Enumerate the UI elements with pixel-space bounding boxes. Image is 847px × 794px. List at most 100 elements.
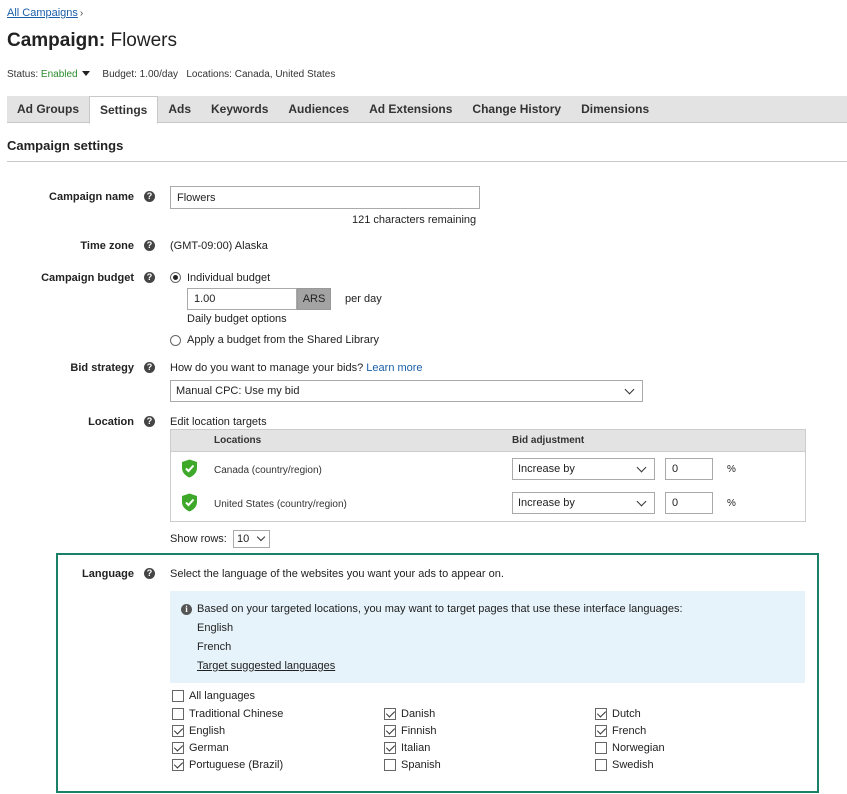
language-checkbox[interactable] bbox=[384, 708, 396, 720]
language-checkbox[interactable] bbox=[172, 742, 184, 754]
tab-ad-groups[interactable]: Ad Groups bbox=[7, 96, 89, 123]
location-name: United States (country/region) bbox=[214, 499, 347, 510]
language-checkbox[interactable] bbox=[172, 759, 184, 771]
edit-location-targets-link[interactable]: Edit location targets bbox=[170, 416, 267, 428]
language-checkbox[interactable] bbox=[384, 725, 396, 737]
location-name: Canada (country/region) bbox=[214, 465, 322, 476]
bid-adjustment-select[interactable]: Increase by bbox=[512, 458, 655, 480]
tab-keywords[interactable]: Keywords bbox=[201, 96, 278, 123]
language-checkbox[interactable] bbox=[595, 725, 607, 737]
bid-strategy-selected: Manual CPC: Use my bid bbox=[176, 385, 300, 397]
all-languages-checkbox[interactable] bbox=[172, 690, 184, 702]
all-languages-label: All languages bbox=[189, 690, 256, 702]
campaign-budget-label: Campaign budget bbox=[41, 272, 134, 284]
language-description: Select the language of the websites you … bbox=[170, 568, 504, 580]
location-table: Locations Bid adjustment Canada (country… bbox=[170, 429, 806, 522]
suggested-language: English bbox=[197, 622, 234, 634]
section-divider bbox=[7, 161, 847, 162]
status-dropdown-icon[interactable] bbox=[81, 71, 90, 77]
language-checkbox[interactable] bbox=[172, 708, 184, 720]
language-checkbox[interactable] bbox=[595, 759, 607, 771]
location-label: Location bbox=[88, 416, 134, 428]
tab-dimensions[interactable]: Dimensions bbox=[571, 96, 659, 123]
tab-bar: Ad Groups Settings Ads Keywords Audience… bbox=[7, 96, 847, 124]
info-icon: i bbox=[181, 604, 192, 615]
bid-adjustment-selected: Increase by bbox=[518, 463, 575, 475]
column-header-locations: Locations bbox=[214, 435, 262, 446]
suggestion-text: Based on your targeted locations, you ma… bbox=[197, 603, 683, 615]
learn-more-link[interactable]: Learn more bbox=[366, 362, 422, 374]
time-zone-label: Time zone bbox=[80, 240, 134, 252]
bid-strategy-label: Bid strategy bbox=[70, 362, 134, 374]
language-checkbox[interactable] bbox=[172, 725, 184, 737]
budget-amount-value: 1.00 bbox=[194, 293, 216, 305]
language-checkbox[interactable] bbox=[595, 708, 607, 720]
target-suggested-languages-link[interactable]: Target suggested languages bbox=[197, 660, 335, 672]
help-icon[interactable]: ? bbox=[144, 272, 155, 283]
daily-budget-options-link[interactable]: Daily budget options bbox=[187, 313, 287, 325]
tab-ads[interactable]: Ads bbox=[158, 96, 201, 123]
suggested-language: French bbox=[197, 641, 232, 653]
status-value[interactable]: Enabled bbox=[41, 69, 78, 80]
show-rows-select[interactable]: 10 bbox=[233, 530, 270, 548]
individual-budget-radio[interactable] bbox=[170, 272, 181, 283]
breadcrumb-all-campaigns[interactable]: All Campaigns › bbox=[7, 7, 83, 19]
tab-change-history[interactable]: Change History bbox=[462, 96, 571, 123]
per-day-label: per day bbox=[345, 293, 382, 305]
currency-badge: ARS bbox=[297, 288, 331, 310]
table-row: Canada (country/region) Increase by 0 % bbox=[171, 452, 805, 486]
bid-adjustment-input[interactable]: 0 bbox=[665, 492, 713, 514]
bid-adjustment-select[interactable]: Increase by bbox=[512, 492, 655, 514]
tab-audiences[interactable]: Audiences bbox=[278, 96, 359, 123]
language-label-item: Spanish bbox=[401, 759, 441, 771]
campaign-status-line: Status: Enabled Budget: 1.00/day Locatio… bbox=[7, 69, 335, 80]
language-label-item: Portuguese (Brazil) bbox=[189, 759, 284, 771]
campaign-name-input[interactable]: Flowers bbox=[170, 186, 480, 209]
language-label-item: Norwegian bbox=[612, 742, 665, 754]
time-zone-value: (GMT-09:00) Alaska bbox=[170, 240, 268, 252]
tab-ad-extensions[interactable]: Ad Extensions bbox=[359, 96, 462, 123]
language-label-item: English bbox=[189, 725, 226, 737]
language-checkbox[interactable] bbox=[384, 759, 396, 771]
help-icon[interactable]: ? bbox=[144, 568, 155, 579]
language-label-item: Italian bbox=[401, 742, 431, 754]
budget-amount-input[interactable]: 1.00 bbox=[187, 288, 297, 310]
show-rows-label: Show rows: bbox=[170, 533, 227, 545]
tab-settings[interactable]: Settings bbox=[89, 96, 159, 124]
chevron-down-icon bbox=[636, 496, 647, 506]
language-checkbox[interactable] bbox=[595, 742, 607, 754]
help-icon[interactable]: ? bbox=[144, 240, 155, 251]
location-table-header: Locations Bid adjustment bbox=[171, 430, 805, 452]
page-title-prefix: Campaign: bbox=[7, 30, 106, 51]
shield-check-icon bbox=[182, 459, 197, 478]
shield-check-icon bbox=[182, 493, 197, 512]
campaign-name-value: Flowers bbox=[177, 191, 216, 204]
language-label-item: French bbox=[612, 725, 647, 737]
language-label-item: German bbox=[189, 742, 229, 754]
chevron-down-icon bbox=[624, 384, 635, 394]
bid-strategy-prompt: How do you want to manage your bids? Lea… bbox=[170, 362, 423, 374]
help-icon[interactable]: ? bbox=[144, 416, 155, 427]
percent-unit: % bbox=[727, 498, 736, 509]
bid-strategy-question: How do you want to manage your bids? bbox=[170, 362, 364, 374]
shared-budget-radio[interactable] bbox=[170, 335, 181, 346]
shared-budget-label: Apply a budget from the Shared Library bbox=[187, 334, 380, 346]
bid-adjustment-input[interactable]: 0 bbox=[665, 458, 713, 480]
language-label-item: Traditional Chinese bbox=[189, 708, 284, 720]
chevron-down-icon bbox=[636, 462, 647, 472]
budget-summary: Budget: 1.00/day bbox=[102, 69, 179, 80]
breadcrumb-label[interactable]: All Campaigns bbox=[7, 7, 78, 19]
percent-unit: % bbox=[727, 464, 736, 475]
section-title: Campaign settings bbox=[7, 138, 124, 153]
help-icon[interactable]: ? bbox=[144, 362, 155, 373]
chevron-down-icon bbox=[256, 532, 266, 542]
help-icon[interactable]: ? bbox=[144, 191, 155, 202]
chevron-right-icon: › bbox=[79, 8, 84, 19]
language-label-item: Danish bbox=[401, 708, 436, 720]
page-title-name: Flowers bbox=[110, 30, 177, 51]
status-label: Status: bbox=[7, 69, 39, 80]
bid-strategy-select[interactable]: Manual CPC: Use my bid bbox=[170, 380, 643, 402]
language-checkbox[interactable] bbox=[384, 742, 396, 754]
page-title: Campaign: Flowers bbox=[7, 30, 177, 52]
locations-summary: Locations: Canada, United States bbox=[186, 69, 336, 80]
